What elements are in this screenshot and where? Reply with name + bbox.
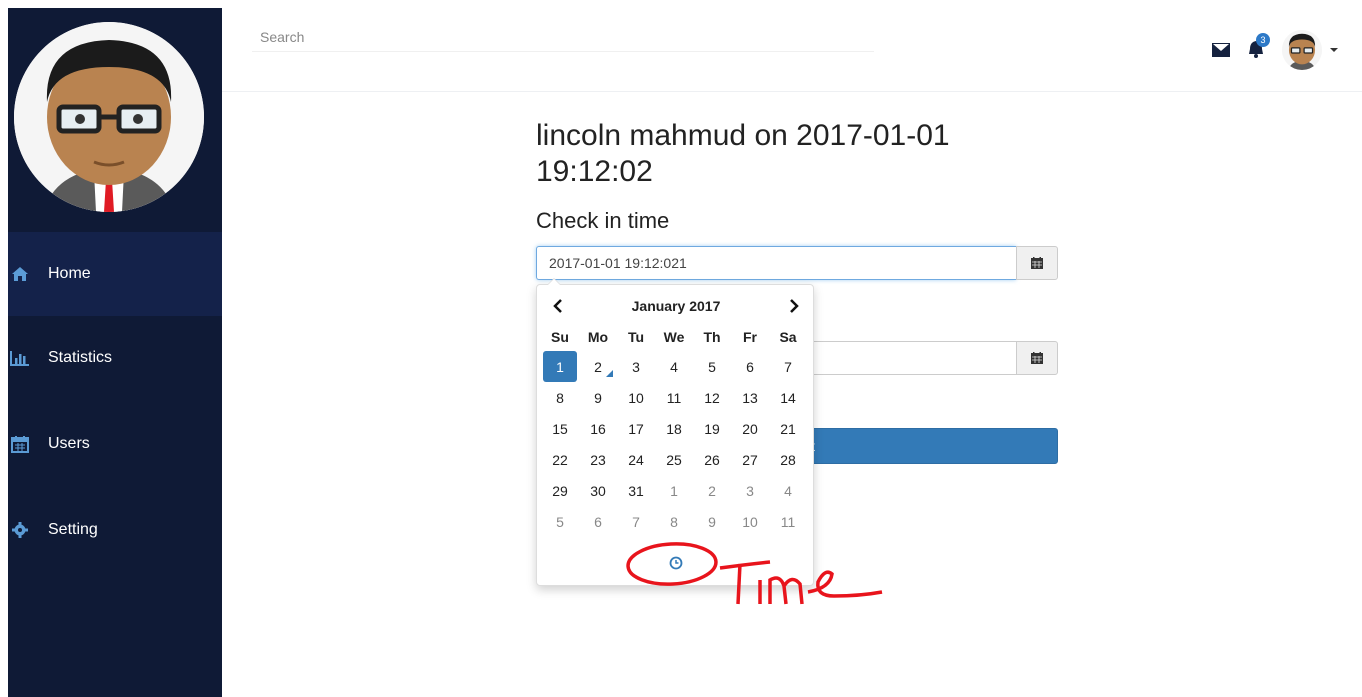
calendar-day[interactable]: 10	[617, 382, 655, 413]
home-icon	[10, 264, 30, 284]
top-bar: 3	[222, 8, 1362, 92]
sidebar-item-label: Statistics	[48, 349, 113, 366]
sidebar-item-users[interactable]: Users	[8, 402, 222, 486]
calendar-day[interactable]: 9	[693, 506, 731, 537]
next-month-button[interactable]	[779, 295, 809, 317]
calendar-day[interactable]: 2	[579, 351, 617, 382]
calendar-day[interactable]: 13	[731, 382, 769, 413]
clock-icon[interactable]	[668, 555, 684, 571]
page-title: lincoln mahmud on 2017-01-01 19:12:02	[536, 119, 950, 188]
calendar-day[interactable]: 27	[731, 444, 769, 475]
calendar-day[interactable]: 11	[655, 382, 693, 413]
datepicker-popup: January 2017 Su Mo Tu We Th Fr Sa 1 2 3 4 5 6 7 8 9 10 11…	[536, 278, 814, 586]
calendar-day[interactable]: 8	[655, 506, 693, 537]
chevron-down-icon[interactable]	[1330, 48, 1338, 52]
weekday-header: Tu	[627, 329, 645, 345]
notifications-button[interactable]: 3	[1246, 33, 1270, 61]
calendar-day[interactable]: 18	[655, 413, 693, 444]
calendar-day[interactable]: 7	[769, 351, 807, 382]
calendar-day[interactable]: 6	[579, 506, 617, 537]
calendar-day[interactable]: 28	[769, 444, 807, 475]
profile-avatar	[14, 22, 204, 212]
calendar-day[interactable]: 4	[655, 351, 693, 382]
weekday-header: Fr	[743, 329, 757, 345]
calendar-day[interactable]: 29	[541, 475, 579, 506]
calendar-day[interactable]: 5	[541, 506, 579, 537]
weekday-header: Su	[551, 329, 569, 345]
calendar-day[interactable]: 5	[693, 351, 731, 382]
weekday-header: We	[663, 329, 685, 345]
calendar-day[interactable]: 15	[541, 413, 579, 444]
calendar-icon	[1031, 352, 1043, 364]
calendar-day[interactable]: 21	[769, 413, 807, 444]
calendar-day[interactable]: 2	[693, 475, 731, 506]
user-avatar[interactable]	[1282, 30, 1322, 70]
calendar-day[interactable]: 3	[731, 475, 769, 506]
calendar-day[interactable]: 31	[617, 475, 655, 506]
sidebar-item-label: Home	[48, 265, 91, 282]
calendar-icon	[1031, 257, 1043, 269]
sidebar: Home Statistics Users Setting	[8, 8, 222, 697]
month-label[interactable]: January 2017	[632, 298, 721, 314]
weekday-header: Mo	[587, 329, 609, 345]
gear-icon	[10, 520, 30, 540]
calendar-day[interactable]: 30	[579, 475, 617, 506]
calendar-day[interactable]: 9	[579, 382, 617, 413]
calendar-day[interactable]: 23	[579, 444, 617, 475]
calendar-day[interactable]: 4	[769, 475, 807, 506]
checkin-time-input[interactable]	[536, 246, 1016, 280]
calendar-day[interactable]: 19	[693, 413, 731, 444]
weekday-header: Th	[703, 329, 721, 345]
calendar-day[interactable]: 1	[543, 351, 577, 382]
calendar-icon	[10, 434, 30, 454]
top-icons: 3	[1212, 30, 1338, 70]
search-input[interactable]	[252, 22, 874, 52]
calendar-day[interactable]: 11	[769, 506, 807, 537]
checkout-calendar-button[interactable]	[1016, 341, 1058, 375]
prev-month-button[interactable]	[543, 295, 573, 317]
calendar-day[interactable]: 12	[693, 382, 731, 413]
sidebar-item-label: Users	[48, 435, 90, 452]
calendar-day[interactable]: 7	[617, 506, 655, 537]
calendar-day[interactable]: 10	[731, 506, 769, 537]
checkin-calendar-button[interactable]	[1016, 246, 1058, 280]
calendar-day[interactable]: 16	[579, 413, 617, 444]
calendar-day[interactable]: 6	[731, 351, 769, 382]
sidebar-item-home[interactable]: Home	[8, 232, 222, 316]
calendar-day[interactable]: 20	[731, 413, 769, 444]
checkin-input-group	[536, 246, 1058, 280]
calendar-day[interactable]: 14	[769, 382, 807, 413]
checkin-label: Check in time	[536, 208, 670, 233]
calendar-day[interactable]: 1	[655, 475, 693, 506]
calendar-day[interactable]: 3	[617, 351, 655, 382]
calendar-day[interactable]: 24	[617, 444, 655, 475]
sidebar-item-label: Setting	[48, 521, 98, 538]
calendar-day[interactable]: 25	[655, 444, 693, 475]
sidebar-item-statistics[interactable]: Statistics	[8, 316, 222, 400]
calendar-day[interactable]: 22	[541, 444, 579, 475]
bar-chart-icon	[10, 348, 30, 368]
calendar-grid: Su Mo Tu We Th Fr Sa 1 2 3 4 5 6 7 8 9 10 11 12 13 14 15 16 17 1…	[541, 323, 807, 537]
datepicker-header: January 2017	[543, 295, 809, 317]
weekday-header: Sa	[779, 329, 797, 345]
chevron-left-icon	[553, 299, 562, 313]
envelope-icon[interactable]	[1212, 43, 1230, 57]
sidebar-item-setting[interactable]: Setting	[8, 488, 222, 572]
calendar-day[interactable]: 8	[541, 382, 579, 413]
calendar-day[interactable]: 17	[617, 413, 655, 444]
notification-badge: 3	[1256, 33, 1270, 47]
calendar-day[interactable]: 26	[693, 444, 731, 475]
chevron-right-icon	[790, 299, 799, 313]
